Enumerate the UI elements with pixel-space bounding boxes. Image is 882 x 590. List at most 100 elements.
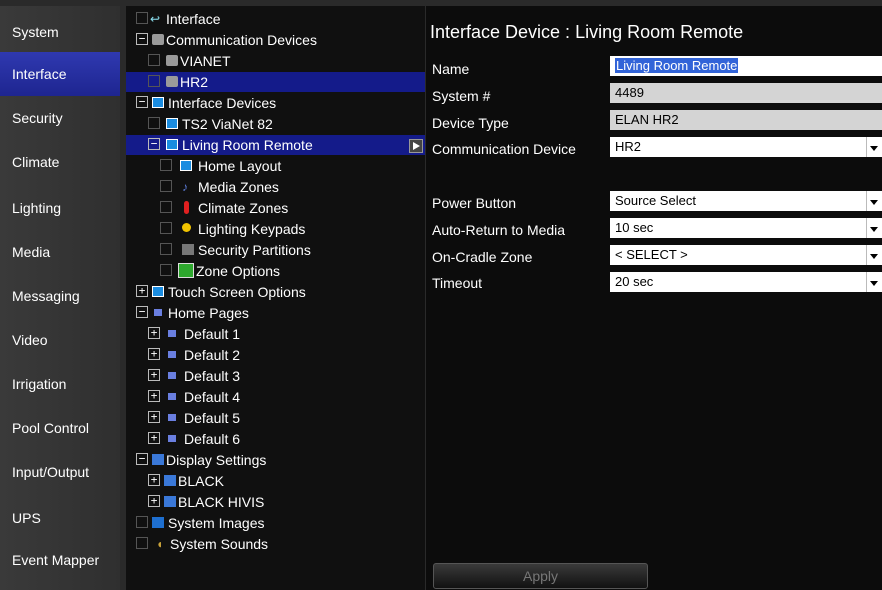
nav-interface[interactable]: Interface: [0, 52, 120, 96]
timeout-label: Timeout: [432, 275, 483, 291]
auto-return-select[interactable]: 10 sec: [610, 218, 882, 238]
device-icon: [152, 34, 164, 45]
checkbox[interactable]: [160, 159, 172, 171]
chevron-down-icon[interactable]: [866, 137, 882, 157]
screen-icon: [166, 139, 178, 150]
checkbox[interactable]: [148, 75, 160, 87]
tree-node-default-2[interactable]: + Default 2: [126, 345, 425, 365]
nav-climate[interactable]: Climate: [0, 140, 120, 184]
zone-icon: [178, 263, 194, 278]
screen-icon: [166, 118, 178, 129]
expand-icon[interactable]: +: [148, 348, 160, 360]
expand-icon[interactable]: +: [148, 411, 160, 423]
thermometer-icon: [184, 201, 189, 214]
apply-button[interactable]: Apply: [433, 563, 648, 589]
tree-node-black-hivis[interactable]: + BLACK HIVIS: [126, 492, 425, 512]
device-details-panel: Interface Device : Living Room Remote Na…: [426, 6, 882, 590]
tree-node-hr2[interactable]: HR2: [126, 72, 425, 92]
image-icon: [152, 517, 164, 528]
page-title: Interface Device : Living Room Remote: [430, 22, 744, 42]
tree-node-home-pages[interactable]: − Home Pages: [126, 303, 425, 323]
collapse-icon[interactable]: −: [136, 33, 148, 45]
nav-pool-control[interactable]: Pool Control: [0, 406, 120, 450]
collapse-icon[interactable]: −: [148, 138, 160, 150]
tree-node-security-partitions[interactable]: Security Partitions: [126, 240, 425, 260]
expand-icon[interactable]: +: [148, 432, 160, 444]
on-cradle-zone-select[interactable]: < SELECT >: [610, 245, 882, 265]
tree-node-system-images[interactable]: System Images: [126, 513, 425, 533]
expand-icon[interactable]: +: [136, 285, 148, 297]
tree-node-interface-devices[interactable]: − Interface Devices: [126, 93, 425, 113]
tree-node-home-layout[interactable]: Home Layout: [126, 156, 425, 176]
checkbox[interactable]: [160, 222, 172, 234]
tree-node-vianet[interactable]: VIANET: [126, 51, 425, 71]
checkbox[interactable]: [160, 201, 172, 213]
nav-security[interactable]: Security: [0, 96, 120, 140]
expand-icon[interactable]: +: [148, 495, 160, 507]
interface-icon: ↩: [150, 12, 161, 26]
page-icon: [168, 393, 176, 400]
chevron-down-icon[interactable]: [866, 272, 882, 292]
checkbox[interactable]: [160, 264, 172, 276]
checkbox[interactable]: [148, 54, 160, 66]
tree-node-default-5[interactable]: + Default 5: [126, 408, 425, 428]
nav-irrigation[interactable]: Irrigation: [0, 362, 120, 406]
expand-icon[interactable]: +: [148, 369, 160, 381]
screen-icon: [152, 286, 164, 297]
tree-node-default-1[interactable]: + Default 1: [126, 324, 425, 344]
chevron-down-icon[interactable]: [866, 191, 882, 211]
device-icon: [166, 76, 178, 87]
tree-node-ts2[interactable]: TS2 ViaNet 82: [126, 114, 425, 134]
tree-node-climate-zones[interactable]: Climate Zones: [126, 198, 425, 218]
tree-node-black[interactable]: + BLACK: [126, 471, 425, 491]
tree-node-default-6[interactable]: + Default 6: [126, 429, 425, 449]
tree-node-lighting-keypads[interactable]: Lighting Keypads: [126, 219, 425, 239]
expand-icon[interactable]: +: [148, 390, 160, 402]
device-tree: ↩ Interface − Communication Devices VIAN…: [126, 6, 425, 590]
checkbox[interactable]: [160, 180, 172, 192]
power-button-select[interactable]: Source Select: [610, 191, 882, 211]
page-icon: [168, 435, 176, 442]
tree-node-default-3[interactable]: + Default 3: [126, 366, 425, 386]
nav-video[interactable]: Video: [0, 318, 120, 362]
auto-return-label: Auto-Return to Media: [432, 222, 566, 238]
page-icon: [168, 414, 176, 421]
collapse-icon[interactable]: −: [136, 96, 148, 108]
display-icon: [164, 475, 176, 486]
tree-node-display-settings[interactable]: − Display Settings: [126, 450, 425, 470]
nav-event-mapper[interactable]: Event Mapper: [0, 538, 120, 582]
timeout-select[interactable]: 20 sec: [610, 272, 882, 292]
nav-messaging[interactable]: Messaging: [0, 274, 120, 318]
tree-node-system-sounds[interactable]: ◖ System Sounds: [126, 534, 425, 554]
nav-lighting[interactable]: Lighting: [0, 186, 120, 230]
tree-node-communication-devices[interactable]: − Communication Devices: [126, 30, 425, 50]
checkbox[interactable]: [160, 243, 172, 255]
communication-device-select[interactable]: HR2: [610, 137, 882, 157]
device-icon: [166, 55, 178, 66]
expand-arrow-icon[interactable]: [409, 139, 423, 153]
communication-device-label: Communication Device: [432, 141, 576, 157]
on-cradle-zone-label: On-Cradle Zone: [432, 249, 533, 265]
checkbox[interactable]: [148, 117, 160, 129]
checkbox[interactable]: [136, 516, 148, 528]
checkbox[interactable]: [136, 12, 148, 24]
expand-icon[interactable]: +: [148, 327, 160, 339]
chevron-down-icon[interactable]: [866, 218, 882, 238]
keypad-icon: [182, 244, 194, 255]
tree-node-interface[interactable]: ↩ Interface: [126, 9, 425, 29]
tree-node-media-zones[interactable]: ♪ Media Zones: [126, 177, 425, 197]
name-field[interactable]: Living Room Remote: [610, 56, 882, 76]
chevron-down-icon[interactable]: [866, 245, 882, 265]
nav-system[interactable]: System: [0, 10, 120, 54]
tree-node-touch-screen-options[interactable]: + Touch Screen Options: [126, 282, 425, 302]
nav-ups[interactable]: UPS: [0, 496, 120, 540]
nav-media[interactable]: Media: [0, 230, 120, 274]
tree-node-living-room-remote[interactable]: − Living Room Remote: [126, 135, 425, 155]
expand-icon[interactable]: +: [148, 474, 160, 486]
checkbox[interactable]: [136, 537, 148, 549]
tree-node-default-4[interactable]: + Default 4: [126, 387, 425, 407]
tree-node-zone-options[interactable]: Zone Options: [126, 261, 425, 281]
collapse-icon[interactable]: −: [136, 453, 148, 465]
collapse-icon[interactable]: −: [136, 306, 148, 318]
nav-input-output[interactable]: Input/Output: [0, 450, 120, 494]
